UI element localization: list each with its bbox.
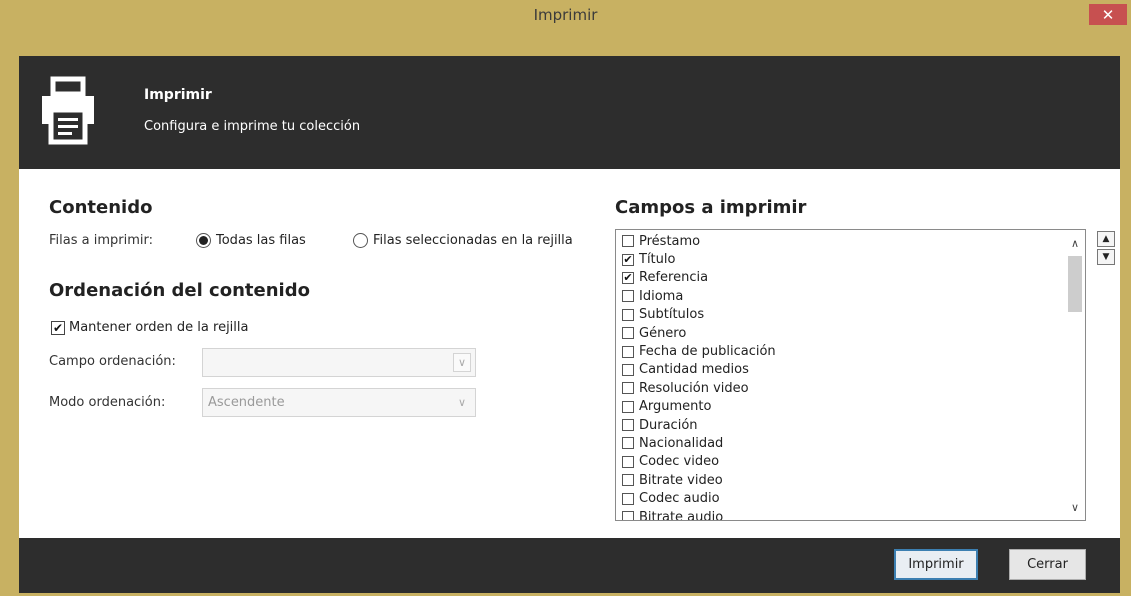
chevron-down-icon: ∨	[457, 396, 467, 409]
checkbox	[622, 382, 634, 395]
chevron-down-icon: ∨	[453, 353, 471, 372]
keep-grid-order-checkbox[interactable]: ✔ Mantener orden de la rejilla	[51, 320, 249, 335]
list-item[interactable]: Resolución video	[616, 379, 1085, 397]
scroll-up-icon[interactable]: ∧	[1065, 234, 1085, 252]
scroll-down-icon[interactable]: ∨	[1065, 498, 1085, 516]
checkbox	[622, 345, 634, 358]
checkbox: ✔	[622, 252, 634, 266]
move-up-button[interactable]: ▲	[1097, 231, 1115, 247]
move-down-button[interactable]: ▼	[1097, 249, 1115, 265]
checkbox	[622, 308, 634, 321]
sort-field-label: Campo ordenación:	[49, 354, 176, 369]
sort-field-select[interactable]: ∨	[202, 348, 476, 377]
sort-mode-label: Modo ordenación:	[49, 395, 166, 410]
close-window-button[interactable]: ✕	[1089, 4, 1127, 25]
list-item[interactable]: ✔ Referencia	[616, 269, 1085, 287]
header-subtitle: Configura e imprime tu colección	[144, 119, 361, 134]
list-item[interactable]: Idioma	[616, 287, 1085, 305]
dialog-header: Imprimir Configura e imprime tu colecció…	[19, 56, 1120, 169]
list-item[interactable]: Fecha de publicación	[616, 342, 1085, 360]
checkbox	[622, 290, 634, 303]
list-item[interactable]: Nacionalidad	[616, 434, 1085, 452]
radio-selected-rows-label: Filas seleccionadas en la rejilla	[373, 233, 573, 248]
checkbox	[622, 400, 634, 413]
list-item[interactable]: Bitrate audio	[616, 508, 1085, 520]
checkmark-icon: ✔	[51, 320, 65, 335]
print-button[interactable]: Imprimir	[894, 549, 978, 580]
checkbox	[622, 419, 634, 432]
keep-grid-order-label: Mantener orden de la rejilla	[69, 320, 249, 335]
arrow-up-icon: ▲	[1102, 234, 1110, 244]
printer-icon	[42, 76, 94, 145]
scroll-thumb[interactable]	[1068, 256, 1082, 312]
checkbox	[622, 363, 634, 376]
list-scrollbar[interactable]: ∧ ∨	[1065, 230, 1085, 520]
radio-indicator	[196, 233, 211, 248]
title-bar[interactable]: Imprimir	[0, 0, 1131, 30]
list-item[interactable]: Género	[616, 324, 1085, 342]
checkbox	[622, 235, 634, 248]
checkbox: ✔	[622, 270, 634, 284]
list-item[interactable]: Codec video	[616, 453, 1085, 471]
checkbox	[622, 474, 634, 487]
radio-all-rows[interactable]: Todas las filas	[196, 233, 306, 248]
checkbox	[622, 511, 634, 520]
list-item[interactable]: Codec audio	[616, 489, 1085, 507]
checkbox	[622, 492, 634, 505]
window-title: Imprimir	[533, 6, 598, 24]
list-item[interactable]: Duración	[616, 416, 1085, 434]
sort-mode-select[interactable]: Ascendente ∨	[202, 388, 476, 417]
campos-section-title: Campos a imprimir	[615, 197, 807, 218]
checkbox	[622, 327, 634, 340]
checkbox	[622, 455, 634, 468]
dialog-window: Imprimir ✕ Imprimir Configura e imprime …	[0, 0, 1131, 596]
list-item[interactable]: Bitrate video	[616, 471, 1085, 489]
arrow-down-icon: ▼	[1102, 252, 1110, 262]
radio-indicator	[353, 233, 368, 248]
contenido-section-title: Contenido	[49, 197, 153, 218]
list-item[interactable]: Préstamo	[616, 232, 1085, 250]
list-item[interactable]: Argumento	[616, 398, 1085, 416]
header-title: Imprimir	[144, 87, 212, 103]
sort-mode-value: Ascendente	[208, 395, 285, 410]
close-icon: ✕	[1101, 5, 1115, 24]
rows-to-print-label: Filas a imprimir:	[49, 233, 153, 248]
ordenacion-section-title: Ordenación del contenido	[49, 280, 310, 301]
radio-selected-rows[interactable]: Filas seleccionadas en la rejilla	[353, 233, 573, 248]
list-item[interactable]: Subtítulos	[616, 306, 1085, 324]
dialog-client-area: Imprimir Configura e imprime tu colecció…	[19, 56, 1120, 593]
checkbox	[622, 437, 634, 450]
radio-all-rows-label: Todas las filas	[216, 233, 306, 248]
list-item[interactable]: Cantidad medios	[616, 361, 1085, 379]
close-button[interactable]: Cerrar	[1009, 549, 1086, 580]
list-item[interactable]: ✔ Título	[616, 250, 1085, 268]
fields-to-print-list[interactable]: Préstamo ✔ Título ✔ Referencia Idioma Subt…	[615, 229, 1086, 521]
